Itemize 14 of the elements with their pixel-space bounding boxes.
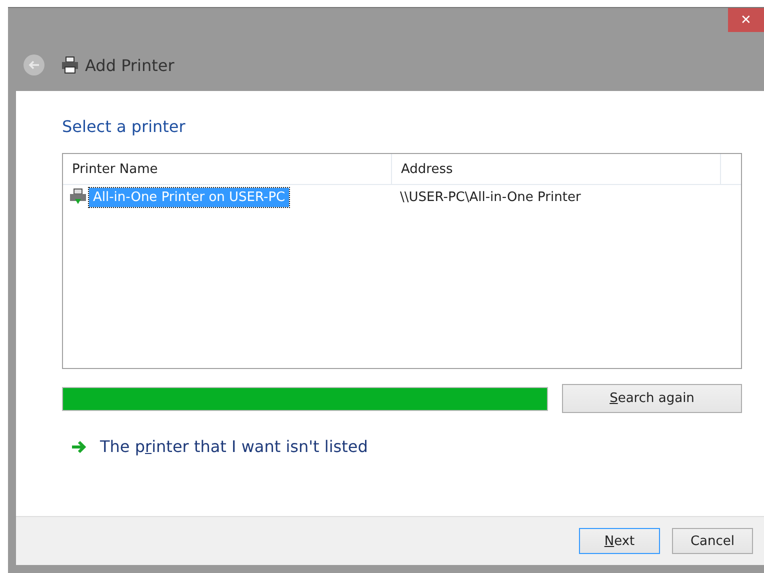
- window-title: Add Printer: [85, 56, 174, 74]
- close-button[interactable]: ✕: [728, 8, 764, 32]
- search-again-button[interactable]: Search again: [562, 384, 742, 413]
- column-header[interactable]: Printer Name: [63, 154, 392, 184]
- arrow-icon: [70, 438, 88, 454]
- printer-icon: [69, 188, 87, 206]
- page-heading: Select a printer: [62, 117, 186, 136]
- next-button[interactable]: Next: [579, 528, 660, 554]
- printer-icon: [61, 56, 79, 74]
- printer-address: \\USER-PC\All-in-One Printer: [400, 190, 581, 204]
- printer-not-listed-link[interactable]: The printer that I want isn't listed: [100, 437, 368, 456]
- printer-list[interactable]: Printer Name Address All-in-One Printer on USER-PC \\USER-PC\All-in-One Printer: [62, 153, 742, 369]
- cancel-button[interactable]: Cancel: [672, 528, 753, 554]
- column-header[interactable]: Address: [392, 154, 721, 184]
